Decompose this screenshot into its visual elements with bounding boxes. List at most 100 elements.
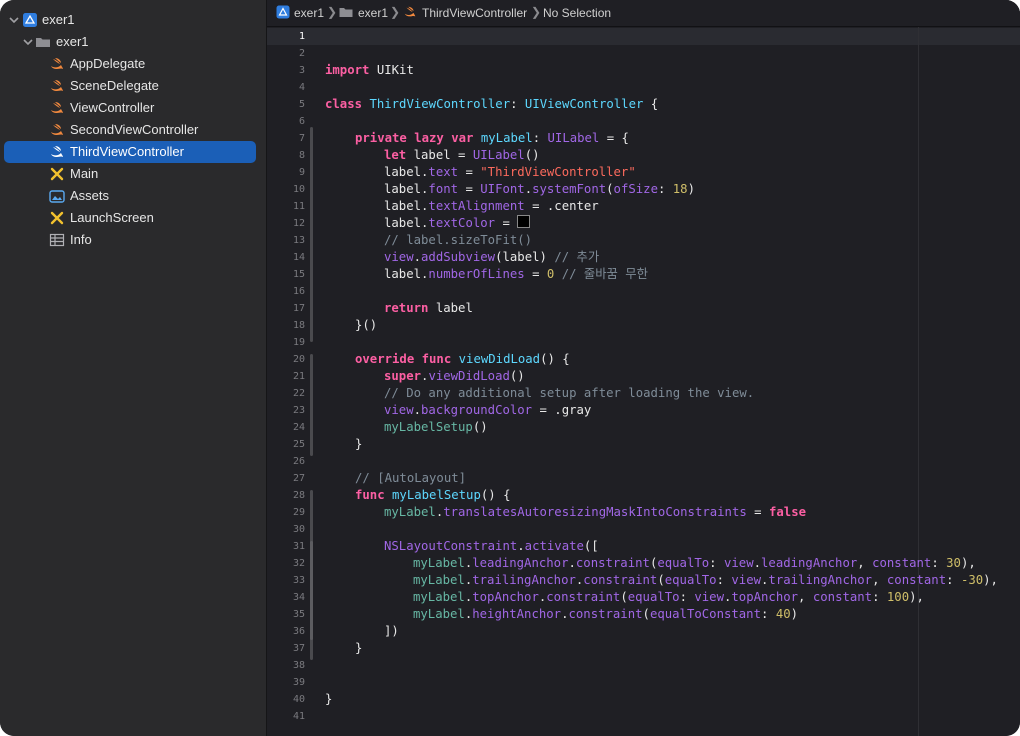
asset-catalog-icon — [49, 190, 65, 203]
chevron-right-icon: ❯ — [390, 5, 401, 19]
line-number: 34 — [292, 592, 305, 603]
code-line: myLabelSetup() — [384, 420, 488, 434]
line-number: 39 — [292, 677, 305, 688]
line-number: 41 — [292, 711, 305, 722]
xcode-project-icon — [23, 13, 37, 27]
storyboard-icon — [50, 211, 64, 225]
source-editor: exer1 ❯ exer1 ❯ ThirdViewController ❯ No… — [267, 0, 1020, 736]
line-number: 20 — [292, 354, 305, 365]
color-literal-swatch[interactable] — [517, 215, 531, 228]
line-number: 14 — [292, 252, 305, 263]
jumpbar-group[interactable]: exer1 — [358, 6, 388, 20]
code-line: return label — [384, 301, 473, 315]
line-number: 3 — [298, 65, 305, 76]
code-line: func myLabelSetup() { — [355, 488, 511, 502]
swift-icon — [51, 146, 63, 157]
nav-item-label: ThirdViewController — [70, 144, 184, 159]
line-number: 2 — [298, 48, 305, 59]
code-line: override func viewDidLoad() { — [355, 352, 570, 366]
code-line: ]) — [384, 624, 399, 638]
nav-item-label: AppDelegate — [70, 56, 146, 71]
code-line: // label.sizeToFit() — [384, 233, 533, 247]
line-number: 9 — [298, 167, 305, 178]
line-number: 22 — [292, 388, 305, 399]
line-number: 8 — [298, 150, 305, 161]
plist-icon — [49, 233, 65, 247]
line-number-gutter: 1 2 3 4 5 6 7 8 9 10 11 12 13 14 15 16 1… — [267, 27, 311, 736]
code-line: label.font = UIFont.systemFont(ofSize: 1… — [384, 182, 695, 196]
code-text-area[interactable]: import UIKit class ThirdViewController: … — [325, 27, 1020, 736]
line-number: 24 — [292, 422, 305, 433]
jumpbar-selection[interactable]: No Selection — [543, 6, 611, 20]
line-number: 19 — [292, 337, 305, 348]
chevron-down-icon[interactable] — [22, 36, 34, 48]
nav-item-group[interactable]: exer1 — [0, 31, 266, 53]
line-number: 29 — [292, 507, 305, 518]
code-line: } — [325, 692, 333, 706]
code-line: myLabel.leadingAnchor.constraint(equalTo… — [413, 556, 976, 570]
code-line: label.text = "ThirdViewController" — [384, 165, 636, 179]
code-line: myLabel.translatesAutoresizingMaskIntoCo… — [384, 505, 807, 519]
jumpbar-project[interactable]: exer1 — [294, 6, 324, 20]
line-number: 38 — [292, 660, 305, 671]
code-line: class ThirdViewController: UIViewControl… — [325, 97, 659, 111]
chevron-right-icon: ❯ — [531, 5, 542, 19]
code-line: super.viewDidLoad() — [384, 369, 525, 383]
code-line: // Do any additional setup after loading… — [384, 386, 755, 400]
nav-item-file[interactable]: SecondViewController — [0, 119, 266, 141]
line-number: 7 — [298, 133, 305, 144]
line-number: 18 — [292, 320, 305, 331]
code-line: view.addSubview(label) // 추가 — [384, 250, 600, 264]
line-number: 21 — [292, 371, 305, 382]
code-line: myLabel.trailingAnchor.constraint(equalT… — [413, 573, 998, 587]
nav-item-label: Main — [70, 166, 99, 181]
xcode-project-icon — [276, 5, 290, 19]
code-line: import UIKit — [325, 63, 414, 77]
code-line: label.textColor = — [384, 215, 531, 232]
code-line: // [AutoLayout] — [355, 471, 467, 485]
nav-item-project[interactable]: exer1 — [0, 9, 266, 31]
nav-item-file[interactable]: ViewController — [0, 97, 266, 119]
line-number: 33 — [292, 575, 305, 586]
code-line: NSLayoutConstraint.activate([ — [384, 539, 599, 553]
nav-item-label: SceneDelegate — [70, 78, 159, 93]
jumpbar-file[interactable]: ThirdViewController — [422, 6, 527, 20]
nav-item-label: LaunchScreen — [70, 210, 154, 225]
line-number: 36 — [292, 626, 305, 637]
line-number: 10 — [292, 184, 305, 195]
nav-item-file[interactable]: LaunchScreen — [0, 207, 266, 229]
line-number: 15 — [292, 269, 305, 280]
chevron-down-icon[interactable] — [8, 14, 20, 26]
line-number: 23 — [292, 405, 305, 416]
jump-bar: exer1 ❯ exer1 ❯ ThirdViewController ❯ No… — [267, 0, 1020, 27]
line-number: 26 — [292, 456, 305, 467]
code-line: } — [355, 641, 363, 655]
nav-item-file[interactable]: Main — [0, 163, 266, 185]
nav-item-file[interactable]: Info — [0, 229, 266, 251]
swift-icon — [51, 102, 63, 113]
nav-item-label: Assets — [70, 188, 110, 203]
nav-item-label: SecondViewController — [70, 122, 199, 137]
swift-icon — [51, 124, 63, 135]
line-number: 30 — [292, 524, 305, 535]
code-line: } — [355, 437, 363, 451]
code-line: private lazy var myLabel: UILabel = { — [355, 131, 629, 145]
code-line: myLabel.heightAnchor.constraint(equalToC… — [413, 607, 799, 621]
line-number: 6 — [298, 116, 305, 127]
nav-item-label: exer1 — [56, 34, 89, 49]
code-line: label.textAlignment = .center — [384, 199, 599, 213]
line-number: 13 — [292, 235, 305, 246]
code-line: myLabel.topAnchor.constraint(equalTo: vi… — [413, 590, 924, 604]
storyboard-icon — [50, 167, 64, 181]
line-number: 25 — [292, 439, 305, 450]
code-line: let label = UILabel() — [384, 148, 540, 162]
nav-item-file[interactable]: Assets — [0, 185, 266, 207]
nav-item-file-selected[interactable]: ThirdViewController — [0, 141, 266, 163]
code-line: label.numberOfLines = 0 // 줄바꿈 무한 — [384, 267, 648, 281]
line-number: 12 — [292, 218, 305, 229]
line-number: 1 — [298, 31, 305, 42]
nav-item-file[interactable]: SceneDelegate — [0, 75, 266, 97]
chevron-right-icon: ❯ — [327, 5, 338, 19]
folder-icon — [339, 8, 353, 17]
nav-item-file[interactable]: AppDelegate — [0, 53, 266, 75]
